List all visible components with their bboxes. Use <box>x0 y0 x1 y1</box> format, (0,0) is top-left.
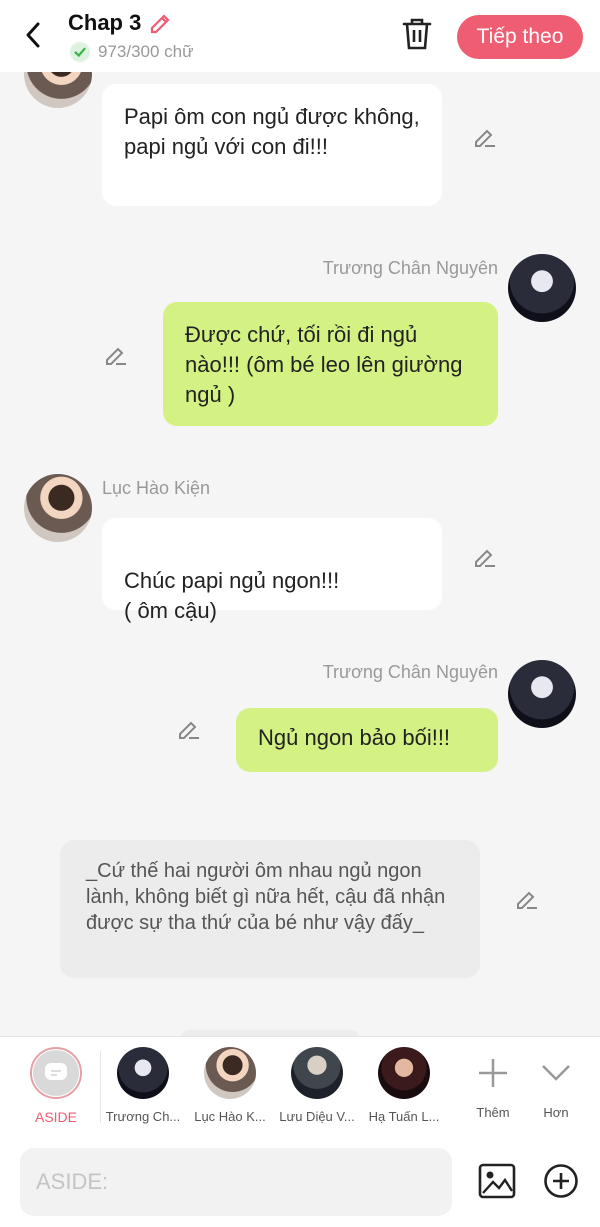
aside-avatar <box>30 1047 82 1099</box>
word-count: 973/300 chữ <box>98 42 194 61</box>
edit-icon[interactable] <box>472 544 498 570</box>
character-aside[interactable]: ASIDE <box>16 1047 96 1125</box>
aside-bubble[interactable]: _Cứ thế hai người ôm nhau ngủ ngon lành,… <box>60 840 480 978</box>
message-bubble[interactable]: Được chứ, tối rồi đi ngủ nào!!! (ôm bé l… <box>163 302 498 426</box>
avatar <box>291 1047 343 1099</box>
character-label: Hạ Tuấn L... <box>368 1109 440 1124</box>
next-button[interactable]: Tiếp theo <box>457 15 583 59</box>
chat-bubble-icon <box>45 1063 67 1080</box>
avatar <box>117 1047 169 1099</box>
character-selector: ASIDE Trương Ch... Lục Hào K... Lưu Diệu… <box>0 1036 600 1138</box>
character-label: Lục Hào K... <box>194 1109 266 1124</box>
message-text: Papi ôm con ngủ được không, papi ngủ với… <box>124 104 420 159</box>
input-bar <box>0 1137 600 1227</box>
character-item[interactable]: Trương Ch... <box>103 1047 183 1124</box>
edit-icon[interactable] <box>103 342 129 368</box>
aside-text: _Cứ thế hai người ôm nhau ngủ ngon lành,… <box>86 860 446 934</box>
edit-icon[interactable] <box>472 124 498 150</box>
character-label: Trương Ch... <box>105 1109 181 1124</box>
message-text: Ngủ ngon bảo bối!!! <box>258 725 451 750</box>
aside-label: ASIDE <box>34 1109 77 1125</box>
character-item[interactable]: Lưu Diệu V... <box>277 1047 357 1124</box>
page-title: Chap 3 <box>68 10 142 35</box>
message-bubble[interactable]: Chúc papi ngủ ngon!!! ( ôm cậu) <box>102 518 442 623</box>
avatar-luc-hao-kien[interactable] <box>24 474 92 542</box>
check-icon <box>70 42 90 62</box>
divider <box>100 1051 101 1123</box>
circle-plus-icon[interactable] <box>543 1163 579 1199</box>
chat-area: Papi ôm con ngủ được không, papi ngủ với… <box>0 0 600 1036</box>
sender-name: Lục Hào Kiện <box>102 478 211 498</box>
avatar-truong-chan-nguyen[interactable] <box>508 254 576 322</box>
expand-label: Hơn <box>543 1105 569 1120</box>
sender-name: Trương Chân Nguyên <box>322 662 498 682</box>
character-item[interactable]: Lục Hào K... <box>190 1047 270 1124</box>
plus-icon <box>479 1059 507 1087</box>
character-label: Lưu Diệu V... <box>279 1109 355 1124</box>
message-bubble[interactable]: Ngủ ngon bảo bối!!! <box>236 708 498 772</box>
avatar <box>378 1047 430 1099</box>
trash-icon[interactable] <box>400 16 434 52</box>
message-input[interactable] <box>20 1148 452 1216</box>
title-row: Chap 3 <box>68 10 173 36</box>
back-arrow-icon[interactable] <box>20 20 48 50</box>
message-text: Chúc papi ngủ ngon!!! ( ôm cậu) <box>124 568 340 623</box>
avatar <box>204 1047 256 1099</box>
edit-icon[interactable] <box>176 716 202 742</box>
pencil-icon[interactable] <box>147 10 173 36</box>
chevron-down-icon <box>542 1065 570 1081</box>
top-bar: Chap 3 973/300 chữ Tiếp theo <box>0 0 600 72</box>
image-icon[interactable] <box>478 1163 516 1199</box>
expand-button[interactable]: Hơn <box>516 1047 596 1120</box>
message-text: Được chứ, tối rồi đi ngủ nào!!! (ôm bé l… <box>185 322 463 407</box>
character-item[interactable]: Hạ Tuấn L... <box>364 1047 444 1124</box>
sender-name: Trương Chân Nguyên <box>322 258 498 278</box>
avatar-truong-chan-nguyen[interactable] <box>508 660 576 728</box>
message-bubble[interactable]: Papi ôm con ngủ được không, papi ngủ với… <box>102 84 442 206</box>
edit-icon[interactable] <box>514 886 540 912</box>
word-count-row: 973/300 chữ <box>70 42 194 62</box>
